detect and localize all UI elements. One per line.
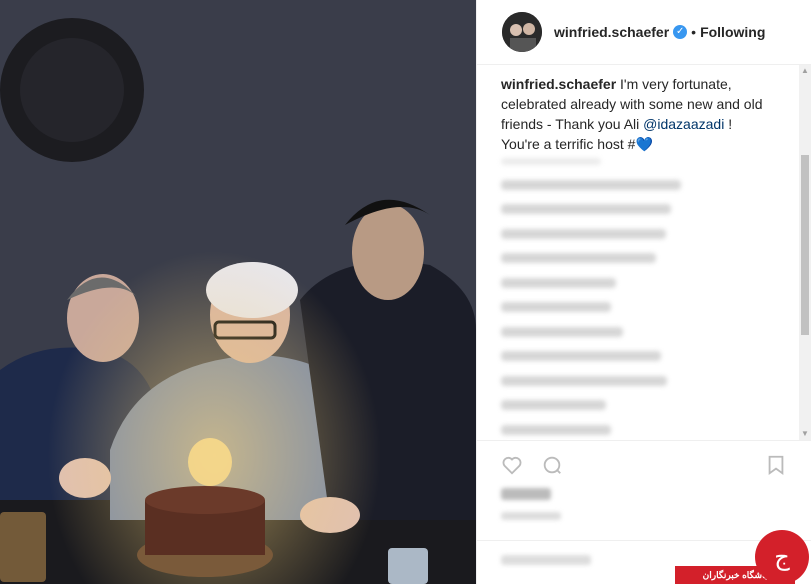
verified-badge-icon: ✓: [673, 25, 688, 39]
list-item: [501, 179, 681, 190]
heart-icon[interactable]: [501, 454, 523, 476]
post-side-panel: winfried.schaefer ✓ • Following winfried…: [476, 0, 811, 584]
list-item: [501, 277, 616, 288]
list-item: [501, 351, 661, 361]
scroll-up-icon[interactable]: ▲: [799, 65, 811, 77]
list-item: [501, 302, 611, 312]
avatar-image: [502, 12, 542, 52]
scrollbar-thumb[interactable]: [801, 155, 809, 335]
comments-list: [501, 158, 781, 449]
list-item: [501, 375, 667, 386]
bookmark-icon[interactable]: [765, 454, 787, 476]
likes-count[interactable]: [501, 488, 551, 500]
list-item: [501, 424, 611, 435]
comments-scrollbar[interactable]: ▲ ▼: [799, 65, 811, 440]
post-caption: winfried.schaefer I'm very fortunate, ce…: [501, 74, 771, 154]
post-header: winfried.schaefer ✓ • Following: [477, 0, 811, 65]
following-button[interactable]: Following: [700, 24, 765, 40]
list-item: [501, 228, 666, 239]
header-username[interactable]: winfried.schaefer: [554, 24, 669, 40]
watermark-logo-icon: ج: [755, 530, 809, 584]
add-comment-input[interactable]: [501, 555, 591, 565]
caption-mention-link[interactable]: @idazaazadi: [643, 116, 724, 132]
list-item: [501, 204, 671, 214]
avatar[interactable]: [502, 12, 542, 52]
heart-emoji: 💙: [635, 136, 653, 152]
list-item: [501, 253, 656, 263]
list-item: [501, 326, 623, 337]
post-timestamp: [501, 512, 561, 520]
scroll-down-icon[interactable]: ▼: [799, 428, 811, 440]
list-item: [501, 400, 606, 410]
comment-icon[interactable]: [541, 454, 563, 476]
separator-dot: •: [691, 24, 697, 40]
post-photo[interactable]: [0, 0, 476, 584]
caption-username[interactable]: winfried.schaefer: [501, 76, 616, 92]
photo-illustration: [0, 0, 476, 584]
watermark-logo: باشگاه خبرنگاران ج: [675, 530, 811, 584]
list-item: [501, 158, 601, 165]
